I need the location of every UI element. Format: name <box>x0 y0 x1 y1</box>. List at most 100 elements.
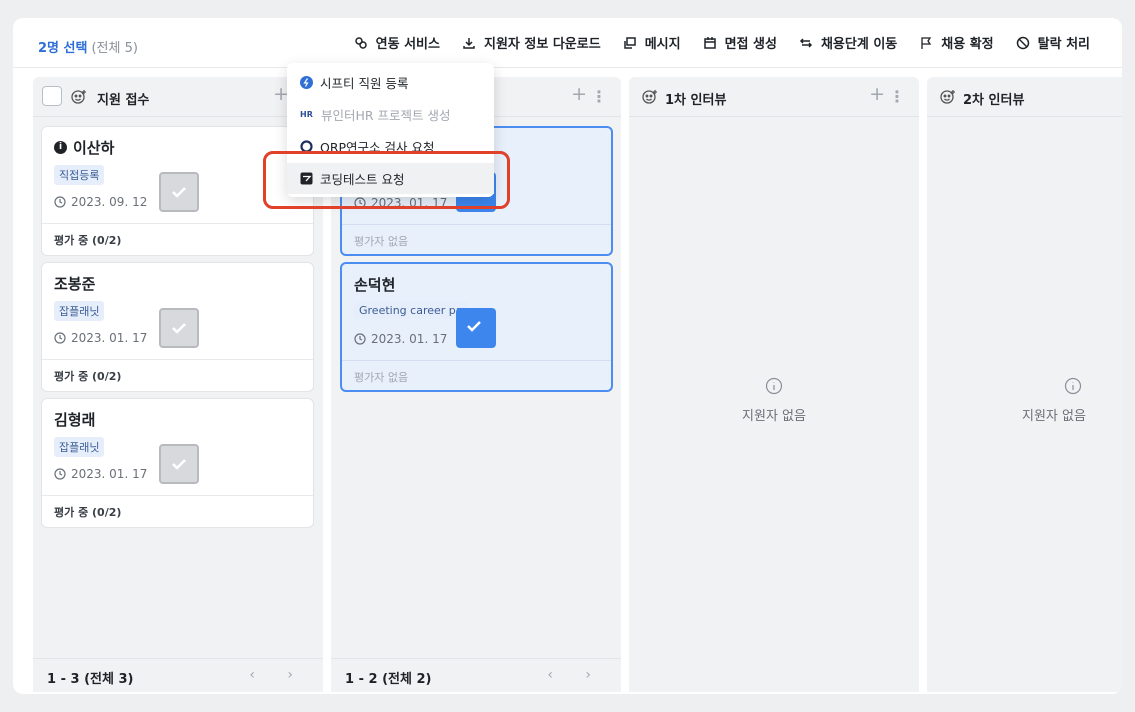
applied-date: 2023. 01. 17 <box>54 467 147 481</box>
empty-state-text: 지원자 없음 <box>742 409 806 424</box>
evaluation-status: 평가자 없음 <box>342 360 611 393</box>
info-icon <box>765 377 783 395</box>
talent-pool-icon[interactable] <box>939 88 957 106</box>
action-list: 연동 서비스 지원자 정보 다운로드 메시지 면접 생성 채용단계 이동 채용 … <box>354 33 1090 52</box>
applied-date-text: 2023. 01. 17 <box>371 332 448 346</box>
evaluation-status: 평가 중 (0/2) <box>42 223 313 256</box>
empty-state-text: 지원자 없음 <box>1022 409 1086 424</box>
evaluation-status: 평가 중 (0/2) <box>42 495 313 528</box>
add-applicant-button[interactable]: + <box>869 85 885 104</box>
applied-date: 2023. 09. 12 <box>54 195 147 209</box>
move-stage-label: 채용단계 이동 <box>820 37 898 52</box>
clock-icon <box>54 196 66 208</box>
column-footer: 1 - 2 (전체 2) ‹ › <box>331 658 621 692</box>
column-menu-icon[interactable]: ⋮ <box>889 89 905 105</box>
pagination-nav[interactable]: ‹ › <box>249 667 307 683</box>
info-icon <box>1064 377 1082 395</box>
applied-date-text: 2023. 01. 17 <box>71 331 148 345</box>
column-menu-icon[interactable]: ⋮ <box>591 89 607 105</box>
evaluation-status: 평가자 없음 <box>342 224 611 257</box>
check-icon <box>172 323 186 334</box>
pagination-info: 1 - 3 (전체 3) <box>47 672 134 687</box>
link-icon <box>354 36 367 49</box>
message-label: 메시지 <box>644 37 681 52</box>
source-tag: 직접등록 <box>54 165 105 185</box>
reject-label: 탈락 처리 <box>1037 37 1090 52</box>
move-stage-button[interactable]: 채용단계 이동 <box>799 33 897 52</box>
message-button[interactable]: 메시지 <box>623 33 681 52</box>
menu-item-viewinter-hr[interactable]: HR 뷰인터HR 프로젝트 생성 <box>287 99 494 130</box>
viewinter-hr-icon: HR <box>300 110 313 119</box>
download-label: 지원자 정보 다운로드 <box>483 37 601 52</box>
pagination-nav[interactable]: ‹ › <box>547 667 605 683</box>
selected-count: 2명 선택 <box>38 41 88 56</box>
applicant-name: 김형래 <box>54 411 96 429</box>
block-icon <box>1016 36 1029 49</box>
applicant-card[interactable]: 손덕현 Greeting career pa 2023. 01. 17 평가자 … <box>340 262 613 392</box>
clock-icon <box>354 333 366 345</box>
flag-icon <box>921 36 932 49</box>
pagination-info: 1 - 2 (전체 2) <box>345 672 432 687</box>
column-header: 지원 접수 + <box>33 77 323 117</box>
confirm-hire-button[interactable]: 채용 확정 <box>919 33 994 52</box>
bulk-action-bar: 2명 선택 (전체 5) 연동 서비스 지원자 정보 다운로드 메시지 면접 생성… <box>13 18 1122 68</box>
menu-item-label: 뷰인터HR 프로젝트 생성 <box>321 108 451 123</box>
menu-item-shiftee[interactable]: 시프티 직원 등록 <box>287 67 494 98</box>
column-select-checkbox[interactable] <box>42 86 62 106</box>
column-header: 2차 인터뷰 <box>927 77 1122 117</box>
check-icon <box>172 187 186 198</box>
clock-icon <box>54 332 66 344</box>
selected-total: (전체 5) <box>91 41 138 56</box>
column-footer: 1 - 3 (전체 3) ‹ › <box>33 658 323 692</box>
empty-state: 지원자 없음 <box>629 377 919 424</box>
talent-pool-icon[interactable] <box>70 88 88 106</box>
applicant-name: i 이산하 <box>54 137 114 158</box>
applied-date: 2023. 01. 17 <box>354 332 447 346</box>
linked-service-button[interactable]: 연동 서비스 <box>354 33 440 52</box>
empty-state: 지원자 없음 <box>927 377 1122 424</box>
column-title: 지원 접수 <box>97 93 150 108</box>
column-second-interview: 2차 인터뷰 지원자 없음 <box>927 77 1122 692</box>
applicant-name: 조봉준 <box>54 275 96 293</box>
evaluation-status: 평가 중 (0/2) <box>42 359 313 392</box>
confirm-hire-label: 채용 확정 <box>941 37 994 52</box>
message-icon <box>623 36 636 49</box>
highlight-annotation <box>263 151 510 209</box>
menu-item-label: 시프티 직원 등록 <box>320 76 409 91</box>
main-panel: 2명 선택 (전체 5) 연동 서비스 지원자 정보 다운로드 메시지 면접 생성… <box>13 18 1122 694</box>
download-icon <box>463 37 475 49</box>
info-icon: i <box>54 141 67 154</box>
applied-date: 2023. 01. 17 <box>54 331 147 345</box>
check-icon <box>467 321 481 332</box>
add-applicant-button[interactable]: + <box>571 85 587 104</box>
applied-date-text: 2023. 01. 17 <box>71 467 148 481</box>
column-header: 1차 인터뷰 + ⋮ <box>629 77 919 117</box>
card-select-checkbox[interactable] <box>159 308 199 348</box>
applicant-card[interactable]: 김형래 잡플래닛 2023. 01. 17 평가 중 (0/2) <box>41 398 314 528</box>
reject-button[interactable]: 탈락 처리 <box>1016 33 1090 52</box>
selection-summary: 2명 선택 (전체 5) <box>38 37 138 56</box>
swap-arrows-icon <box>799 37 813 48</box>
applied-date-text: 2023. 09. 12 <box>71 195 148 209</box>
column-title: 1차 인터뷰 <box>665 93 727 108</box>
linked-service-label: 연동 서비스 <box>375 37 440 52</box>
create-interview-button[interactable]: 면접 생성 <box>703 33 777 52</box>
talent-pool-icon[interactable] <box>641 88 659 106</box>
column-first-interview: 1차 인터뷰 + ⋮ 지원자 없음 <box>629 77 919 692</box>
clock-icon <box>54 468 66 480</box>
shiftee-icon <box>300 76 313 89</box>
calendar-icon <box>703 36 716 49</box>
card-select-checkbox[interactable] <box>456 308 496 348</box>
source-tag: 잡플래닛 <box>54 301 105 321</box>
applicant-name: 손덕현 <box>354 276 396 294</box>
applicant-name-text: 이산하 <box>73 139 115 157</box>
source-tag: Greeting career pa <box>354 302 468 319</box>
card-select-checkbox[interactable] <box>159 172 199 212</box>
check-icon <box>172 459 186 470</box>
source-tag: 잡플래닛 <box>54 437 105 457</box>
column-title: 2차 인터뷰 <box>963 93 1025 108</box>
create-interview-label: 면접 생성 <box>724 37 777 52</box>
card-select-checkbox[interactable] <box>159 444 199 484</box>
download-applicant-info-button[interactable]: 지원자 정보 다운로드 <box>462 33 601 52</box>
applicant-card[interactable]: 조봉준 잡플래닛 2023. 01. 17 평가 중 (0/2) <box>41 262 314 392</box>
